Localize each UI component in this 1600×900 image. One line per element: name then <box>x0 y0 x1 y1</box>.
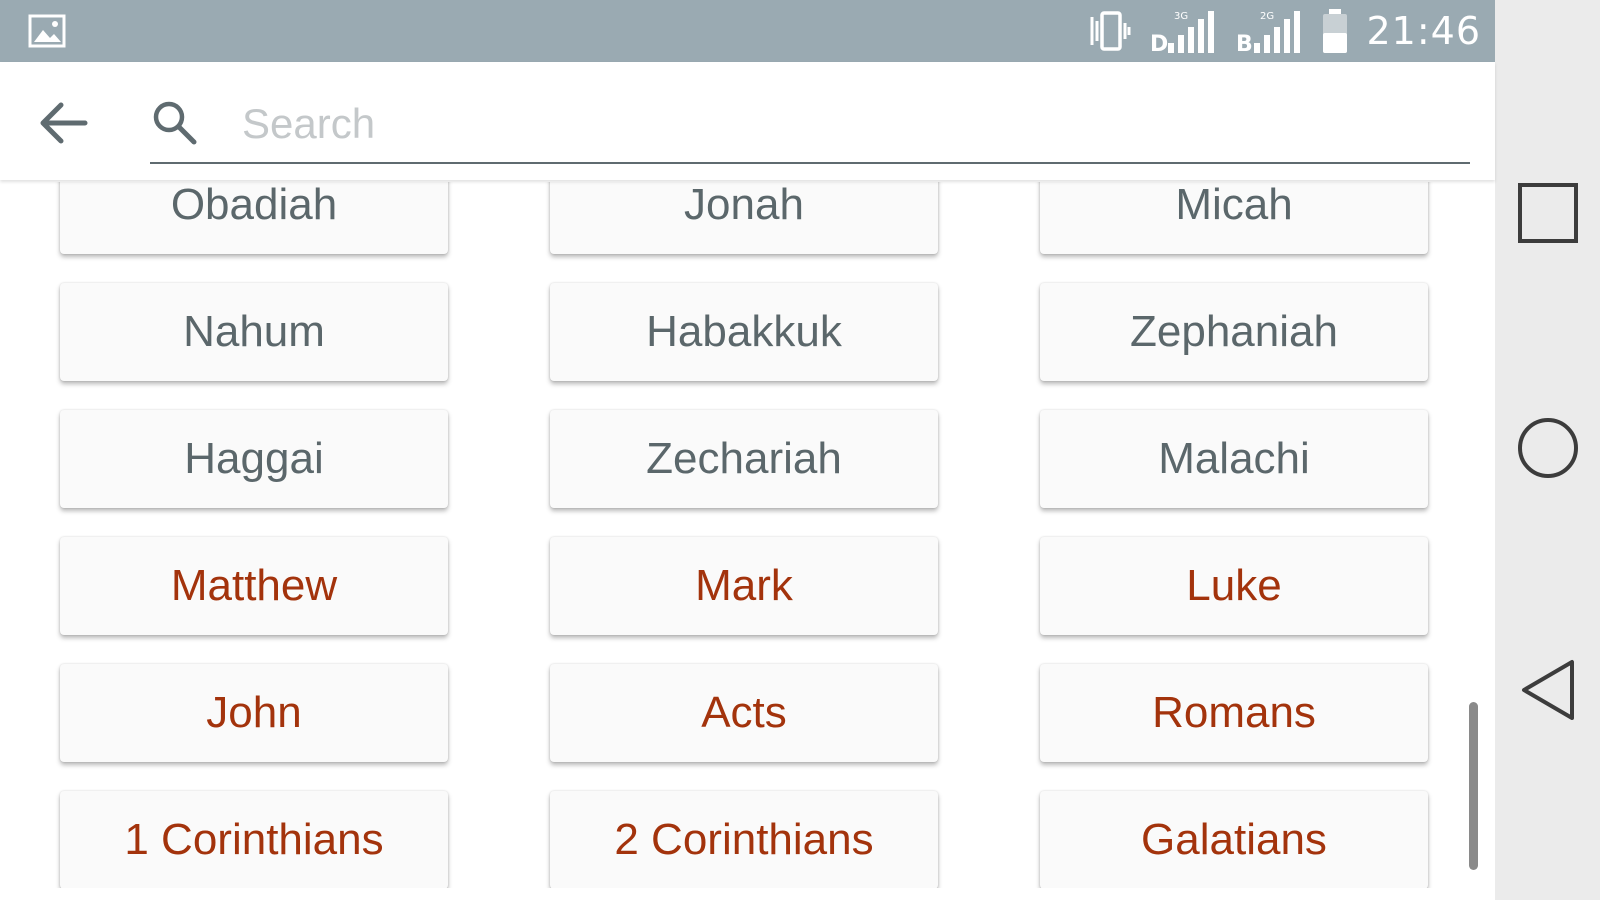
home-circle-icon <box>1517 418 1578 478</box>
book-button[interactable]: Malachi <box>1040 410 1428 508</box>
status-bar: 3G D 2G B 21:46 <box>0 0 1495 62</box>
search-toolbar <box>0 62 1495 180</box>
book-button[interactable]: Acts <box>550 664 938 762</box>
search-input[interactable] <box>242 92 1442 156</box>
navigation-bar <box>1495 0 1600 900</box>
book-button[interactable]: Habakkuk <box>550 283 938 381</box>
vibrate-icon <box>1090 11 1131 51</box>
book-button[interactable]: Matthew <box>60 537 448 635</box>
search-icon <box>153 101 197 145</box>
book-button[interactable]: 2 Corinthians <box>550 791 938 888</box>
signal-3g-sim1-icon: 3G D <box>1150 11 1215 55</box>
network-label-3g: 3G <box>1174 11 1188 22</box>
recents-button[interactable] <box>1495 173 1600 253</box>
status-icons: 3G D 2G B 21:46 <box>1088 0 1481 62</box>
book-button[interactable]: Jonah <box>550 182 938 254</box>
nav-back-button[interactable] <box>1495 650 1600 730</box>
status-time: 21:46 <box>1366 9 1481 53</box>
battery-icon <box>1323 9 1348 53</box>
book-button[interactable]: Nahum <box>60 283 448 381</box>
signal-3g-sim2-icon: 2G B <box>1236 11 1301 55</box>
arrow-back-icon <box>40 102 88 144</box>
svg-text:D: D <box>1150 32 1168 55</box>
book-button[interactable]: Romans <box>1040 664 1428 762</box>
recents-square-icon <box>1517 183 1578 243</box>
book-list[interactable]: Obadiah Jonah Micah Nahum Habakkuk Zephaniah H… <box>0 182 1495 888</box>
book-button[interactable]: Obadiah <box>60 182 448 254</box>
book-button[interactable]: John <box>60 664 448 762</box>
home-button[interactable] <box>1495 408 1600 488</box>
network-label-2g: 2G <box>1260 11 1274 22</box>
book-button[interactable]: Galatians <box>1040 791 1428 888</box>
gallery-icon <box>28 14 66 48</box>
scrollbar-thumb[interactable] <box>1469 702 1478 870</box>
back-button[interactable] <box>28 92 98 154</box>
book-button[interactable]: Micah <box>1040 182 1428 254</box>
book-button[interactable]: Mark <box>550 537 938 635</box>
search-field[interactable] <box>150 90 1470 164</box>
book-button[interactable]: 1 Corinthians <box>60 791 448 888</box>
book-button[interactable]: Zephaniah <box>1040 283 1428 381</box>
svg-text:B: B <box>1236 32 1253 55</box>
book-button[interactable]: Luke <box>1040 537 1428 635</box>
book-button[interactable]: Haggai <box>60 410 448 508</box>
back-triangle-icon <box>1521 660 1574 720</box>
book-button[interactable]: Zechariah <box>550 410 938 508</box>
